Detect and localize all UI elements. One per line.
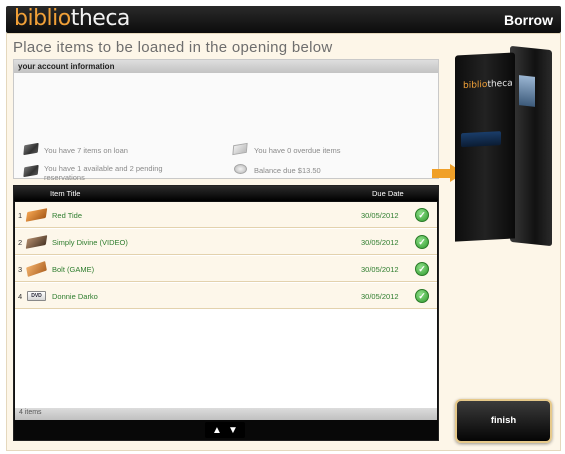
items-on-loan-text: You have 7 items on loan (44, 146, 128, 155)
table-header: Item Title Due Date (14, 186, 438, 201)
row-number: 1 (18, 211, 23, 220)
bibliotheca-logo: bibliotheca (14, 7, 130, 31)
mode-title: Borrow (504, 12, 553, 28)
kiosk-image: bibliotheca (455, 45, 552, 248)
item-title: Donnie Darko (52, 292, 98, 301)
scroll-down-icon[interactable]: ▼ (227, 425, 239, 436)
reservations-icon (23, 164, 39, 178)
video-icon (25, 235, 48, 249)
overdue-text: You have 0 overdue items (254, 146, 341, 155)
item-due-date: 30/05/2012 (361, 211, 399, 220)
item-count: 4 items (19, 409, 42, 416)
check-icon: ✓ (415, 235, 429, 249)
account-info-heading: your account information (14, 60, 438, 73)
check-icon: ✓ (415, 262, 429, 276)
header-bar: bibliotheca Borrow (6, 6, 561, 33)
table-row[interactable]: 2 Simply Divine (VIDEO) 30/05/2012 ✓ (15, 229, 437, 255)
instructions-text: Place items to be loaned in the opening … (13, 39, 333, 56)
table-row[interactable]: 3 Bolt (GAME) 30/05/2012 ✓ (15, 256, 437, 282)
table-row[interactable]: 1 Red Tide 30/05/2012 ✓ (15, 202, 437, 228)
books-icon (23, 142, 39, 156)
kiosk-logo-part-1: biblio (463, 79, 488, 92)
item-title: Red Tide (52, 211, 83, 220)
check-icon: ✓ (415, 289, 429, 303)
reservations-text: You have 1 available and 2 pending reser… (44, 164, 163, 182)
scroll-arrows: ▲ ▼ (205, 422, 245, 438)
book-icon (25, 208, 48, 222)
logo-part-2: theca (70, 6, 131, 31)
item-due-date: 30/05/2012 (361, 292, 399, 301)
balance-text: Balance due $13.50 (254, 166, 321, 175)
item-due-date: 30/05/2012 (361, 265, 399, 274)
column-due-date: Due Date (372, 189, 404, 198)
table-body[interactable]: 1 Red Tide 30/05/2012 ✓ 2 Simply Divine … (15, 202, 437, 408)
item-title: Bolt (GAME) (52, 265, 95, 274)
account-info-panel: your account information You have 7 item… (13, 59, 439, 182)
item-due-date: 30/05/2012 (361, 238, 399, 247)
table-footer: 4 items (15, 408, 437, 420)
overdue-icon (232, 142, 248, 156)
row-number: 3 (18, 265, 23, 274)
column-item-title: Item Title (50, 189, 81, 198)
check-icon: ✓ (415, 208, 429, 222)
row-number: 4 (18, 292, 23, 301)
finish-button[interactable]: finish (455, 399, 552, 443)
kiosk-opening (461, 131, 501, 148)
scroll-bar: ▲ ▼ (14, 420, 438, 440)
kiosk-screen (519, 75, 535, 107)
loan-items-table: Item Title Due Date 1 Red Tide 30/05/201… (13, 185, 439, 441)
scroll-up-icon[interactable]: ▲ (211, 425, 223, 436)
dvd-icon: DVD (27, 291, 46, 301)
kiosk-logo: bibliotheca (463, 79, 513, 92)
game-icon (26, 261, 47, 277)
coins-icon (234, 164, 247, 174)
kiosk-front: bibliotheca (455, 52, 515, 242)
item-title: Simply Divine (VIDEO) (52, 238, 128, 247)
table-row[interactable]: 4 DVD Donnie Darko 30/05/2012 ✓ (15, 283, 437, 309)
row-number: 2 (18, 238, 23, 247)
logo-part-1: biblio (14, 6, 71, 31)
kiosk-logo-part-2: theca (487, 78, 513, 90)
